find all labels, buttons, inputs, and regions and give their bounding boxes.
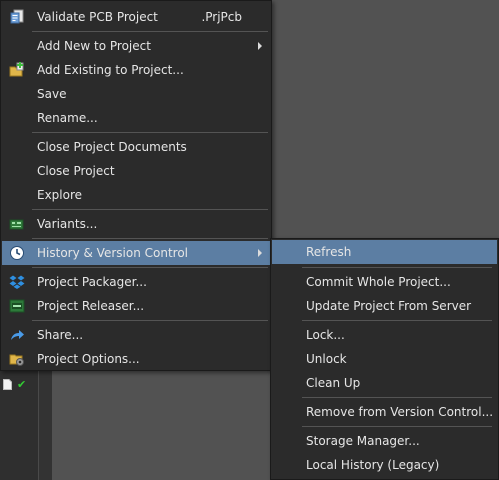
menu-item-validate-pcb-project[interactable]: Validate PCB Project .PrjPcb [2, 5, 270, 29]
menu-item-label: Add New to Project [37, 39, 151, 53]
menu-item-label: Close Project Documents [37, 140, 187, 154]
menu-item-label: Rename... [37, 111, 98, 125]
dropbox-icon [9, 275, 25, 289]
menu-item-history-version-control[interactable]: History & Version Control [2, 241, 270, 265]
menu-item-add-new-to-project[interactable]: Add New to Project [2, 34, 270, 58]
submenu-arrow-icon [258, 249, 262, 257]
menu-item-close-project[interactable]: Close Project [2, 159, 270, 183]
menu-item-label: Refresh [306, 245, 352, 259]
menu-separator [32, 238, 268, 239]
menu-item-label: Save [37, 87, 67, 101]
menu-item-label: History & Version Control [37, 246, 188, 260]
menu-separator [32, 31, 268, 32]
menu-item-label: Close Project [37, 164, 115, 178]
menu-item-label: Project Packager... [37, 275, 147, 289]
menu-separator [32, 209, 268, 210]
menu-item-label: Remove from Version Control... [306, 405, 494, 419]
menu-item-close-project-documents[interactable]: Close Project Documents [2, 135, 270, 159]
history-clock-icon [10, 246, 24, 260]
menu-separator [32, 320, 268, 321]
check-icon: ✔ [17, 378, 27, 391]
menu-item-project-options[interactable]: Project Options... [2, 347, 270, 371]
submenu-arrow-icon [258, 42, 262, 50]
menu-item-label: Local History (Legacy) [306, 458, 440, 472]
submenu-item-unlock[interactable]: Unlock [272, 347, 497, 371]
menu-item-label: Update Project From Server [306, 299, 472, 313]
submenu-item-remove-from-version-control[interactable]: Remove from Version Control... [272, 400, 497, 424]
submenu-item-storage-manager[interactable]: Storage Manager... [272, 429, 497, 453]
menu-item-variants[interactable]: Variants... [2, 212, 270, 236]
document-icon [3, 379, 12, 390]
variants-icon [9, 219, 24, 230]
menu-item-label: Commit Whole Project... [306, 275, 451, 289]
menu-item-label: Clean Up [306, 376, 361, 390]
submenu-item-local-history-legacy[interactable]: Local History (Legacy) [272, 453, 497, 477]
menu-item-share[interactable]: Share... [2, 323, 270, 347]
menu-item-add-existing-to-project[interactable]: Add Existing to Project... [2, 58, 270, 82]
menu-item-label: Add Existing to Project... [37, 63, 184, 77]
menu-separator [302, 426, 492, 427]
submenu-item-commit-whole-project[interactable]: Commit Whole Project... [272, 270, 497, 294]
menu-separator [32, 132, 268, 133]
app-window: ✔ Validate PCB Project .PrjPcb Add New t… [0, 0, 499, 480]
menu-item-label: Project Options... [37, 352, 140, 366]
project-context-menu: Validate PCB Project .PrjPcb Add New to … [0, 0, 272, 371]
menu-item-label: Project Releaser... [37, 299, 145, 313]
menu-separator [302, 397, 492, 398]
project-options-icon [9, 354, 24, 366]
submenu-item-update-project-from-server[interactable]: Update Project From Server [272, 294, 497, 318]
menu-item-project-releaser[interactable]: Project Releaser... [2, 294, 270, 318]
submenu-item-clean-up[interactable]: Clean Up [272, 371, 497, 395]
menu-separator [302, 320, 492, 321]
menu-item-label: Lock... [306, 328, 345, 342]
menu-item-project-packager[interactable]: Project Packager... [2, 270, 270, 294]
menu-item-rename[interactable]: Rename... [2, 106, 270, 130]
releaser-icon [9, 299, 25, 313]
menu-item-label: Storage Manager... [306, 434, 420, 448]
menu-separator [302, 267, 492, 268]
menu-item-explore[interactable]: Explore [2, 183, 270, 207]
validate-project-icon [10, 9, 24, 24]
menu-item-label: Variants... [37, 217, 98, 231]
share-arrow-icon [11, 330, 24, 340]
add-existing-icon [9, 62, 24, 77]
menu-item-save[interactable]: Save [2, 82, 270, 106]
menu-item-label: Share... [37, 328, 84, 342]
menu-separator [32, 267, 268, 268]
menu-item-shortcut: .PrjPcb [201, 10, 242, 24]
menu-item-label: Validate PCB Project [37, 10, 158, 24]
history-version-control-submenu: Refresh Commit Whole Project... Update P… [270, 238, 499, 480]
menu-item-label: Unlock [306, 352, 347, 366]
menu-item-label: Explore [37, 188, 83, 202]
submenu-item-refresh[interactable]: Refresh [272, 240, 497, 264]
submenu-item-lock[interactable]: Lock... [272, 323, 497, 347]
